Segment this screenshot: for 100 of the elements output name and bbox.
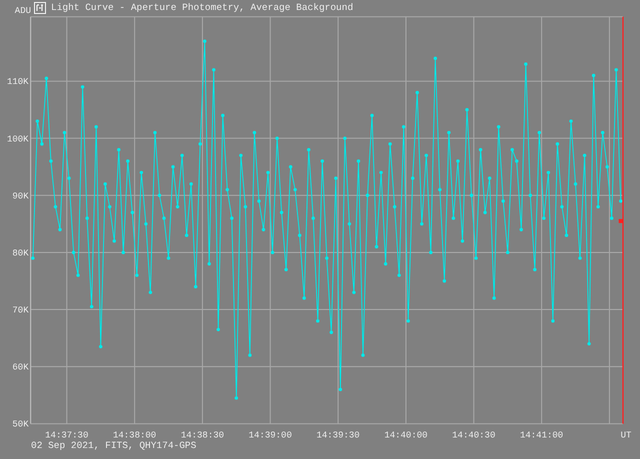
data-point <box>208 262 211 266</box>
data-point <box>483 210 487 214</box>
y-tick-label: 110K <box>7 77 29 88</box>
data-point <box>80 85 84 89</box>
x-tick-label: 14:37:30 <box>45 430 88 440</box>
data-point <box>76 274 80 277</box>
data-point <box>619 199 622 203</box>
data-point <box>135 274 139 277</box>
data-point <box>411 176 414 180</box>
data-point <box>506 250 510 254</box>
data-point <box>216 328 220 332</box>
data-point <box>104 182 107 186</box>
data-point <box>429 250 432 254</box>
data-point <box>528 194 532 198</box>
data-point <box>307 148 310 152</box>
data-point <box>180 154 184 158</box>
data-point <box>564 234 568 238</box>
image-info: 02 Sep 2021, FITS, QHY174-GPS <box>31 440 196 451</box>
data-point <box>316 319 320 323</box>
data-point <box>488 176 492 180</box>
data-point <box>226 188 230 192</box>
data-point <box>600 130 604 134</box>
data-point <box>406 319 410 323</box>
data-point <box>379 170 383 174</box>
data-point <box>546 170 550 174</box>
data-point <box>212 68 216 72</box>
data-point <box>72 250 76 254</box>
data-point <box>293 188 297 192</box>
data-point <box>578 256 582 260</box>
data-point <box>166 256 170 260</box>
data-point <box>533 268 537 272</box>
data-point <box>492 296 496 300</box>
data-point <box>420 222 424 226</box>
data-point <box>361 354 365 357</box>
data-point <box>520 228 523 232</box>
data-point <box>438 188 442 192</box>
x-tick-label: 14:39:00 <box>248 430 292 440</box>
data-point <box>126 159 130 163</box>
data-point <box>248 354 252 357</box>
data-point <box>366 194 370 198</box>
y-tick-label: 80K <box>12 248 29 258</box>
data-point <box>162 216 166 220</box>
data-point <box>67 176 71 180</box>
data-point <box>280 210 284 214</box>
data-point <box>456 159 460 163</box>
data-point <box>374 245 378 248</box>
data-point <box>266 170 270 174</box>
data-point <box>610 216 614 220</box>
data-point <box>171 165 175 169</box>
y-tick-label: 100K <box>7 134 29 144</box>
window-title: Light Curve - Aperture Photometry, Average Background <box>51 1 354 13</box>
data-point <box>203 40 206 43</box>
x-tick-label: 14:38:00 <box>113 430 156 440</box>
data-point <box>338 388 342 392</box>
data-point <box>596 205 600 208</box>
data-point <box>384 262 388 266</box>
data-point <box>416 90 419 94</box>
data-point <box>275 136 279 140</box>
data-point <box>501 199 505 203</box>
data-point <box>99 344 102 348</box>
data-point <box>574 182 578 186</box>
data-point <box>465 108 469 112</box>
data-point <box>257 199 261 203</box>
x-tick-label: 14:40:00 <box>384 430 428 440</box>
data-point <box>569 119 573 123</box>
data-point <box>325 256 328 260</box>
data-point <box>334 176 338 180</box>
data-point <box>538 130 542 134</box>
data-point <box>112 239 116 243</box>
data-point <box>58 228 62 232</box>
data-point <box>551 319 555 323</box>
data-point <box>62 130 66 134</box>
data-point <box>85 216 89 220</box>
data-point <box>31 256 35 260</box>
data-point <box>343 136 347 140</box>
data-point <box>434 56 438 60</box>
data-point <box>36 119 40 123</box>
data-point <box>284 268 288 272</box>
x-axis-unit: UT <box>620 430 632 440</box>
y-tick-label: 60K <box>12 362 29 373</box>
data-point <box>330 330 334 334</box>
data-point <box>452 216 456 220</box>
data-point <box>397 274 401 277</box>
data-point <box>108 205 112 208</box>
data-point <box>176 205 180 208</box>
data-point <box>605 165 609 169</box>
data-point <box>474 256 478 260</box>
data-point <box>556 142 560 146</box>
data-point <box>44 76 48 80</box>
data-point <box>312 216 315 220</box>
data-point <box>40 142 44 146</box>
data-point <box>302 296 306 300</box>
data-point <box>587 342 591 346</box>
data-point <box>370 114 374 118</box>
data-point <box>592 74 596 78</box>
data-point <box>447 130 451 134</box>
data-point <box>234 396 238 400</box>
data-point <box>153 130 157 134</box>
data-point <box>54 205 58 208</box>
data-point <box>560 205 564 208</box>
